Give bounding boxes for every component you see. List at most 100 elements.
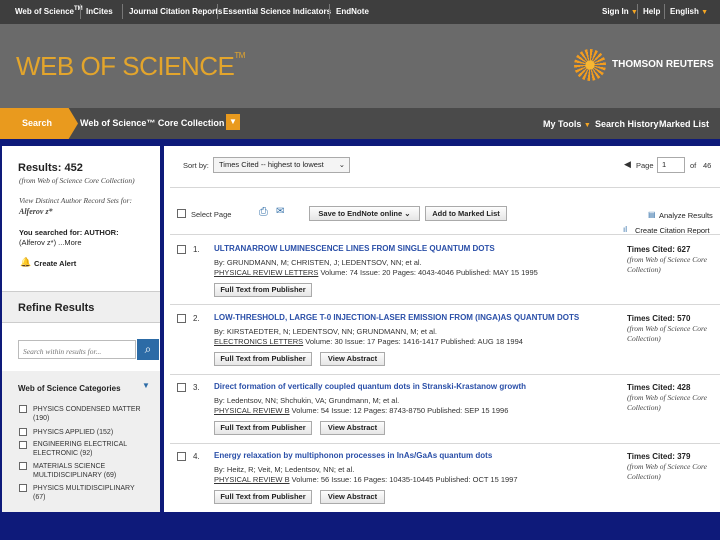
full-text-button[interactable]: Full Text from Publisher	[214, 421, 312, 435]
category-checkbox[interactable]	[19, 405, 27, 413]
record-details: Volume: 54 Issue: 12 Pages: 8743-8750 Pu…	[291, 406, 509, 415]
view-abstract-button[interactable]: View Abstract	[320, 490, 385, 504]
citation-report-icon: ıl	[623, 225, 627, 234]
collapse-triangle-icon[interactable]: ▼	[142, 381, 150, 390]
record-checkbox[interactable]	[177, 383, 186, 392]
full-text-button[interactable]: Full Text from Publisher	[214, 490, 312, 504]
record-source: ELECTRONICS LETTERS Volume: 30 Issue: 17…	[214, 337, 523, 346]
language-menu[interactable]: English ▼	[670, 7, 708, 16]
author-sets-link[interactable]: View Distinct Author Record Sets for:	[19, 196, 132, 205]
marked-list-link[interactable]: Marked List	[659, 119, 709, 129]
category-label: MATERIALS SCIENCE	[33, 463, 106, 470]
divider	[170, 234, 720, 235]
topbar-link-web-of-science[interactable]: Web of Science	[15, 7, 74, 16]
thomson-reuters-globe-icon	[574, 49, 606, 81]
searched-query[interactable]: (Alferov z*) ...More	[19, 238, 82, 247]
refine-results-title: Refine Results	[18, 302, 95, 314]
results-count: Results: 452	[18, 162, 83, 174]
category-checkbox[interactable]	[19, 484, 27, 492]
my-tools-label: My Tools	[543, 119, 582, 129]
category-checkbox[interactable]	[19, 428, 27, 436]
print-icon[interactable]: ⎙	[259, 206, 268, 219]
record-title[interactable]: LOW-THRESHOLD, LARGE T-0 INJECTION-LASER…	[214, 313, 579, 322]
divider	[637, 4, 638, 19]
record-details: Volume: 30 Issue: 17 Pages: 1416-1417 Pu…	[305, 337, 523, 346]
category-count: MULTIDISCIPLINARY (69)	[33, 472, 117, 479]
refine-search-input[interactable]	[19, 343, 133, 360]
page-label: Page	[636, 161, 654, 170]
refine-search-box	[18, 340, 136, 360]
category-label: ENGINEERING ELECTRICAL	[33, 441, 128, 448]
category-checkbox[interactable]	[19, 441, 27, 449]
search-tab[interactable]: Search	[0, 108, 78, 139]
record-journal[interactable]: PHYSICAL REVIEW LETTERS	[214, 268, 318, 277]
page-total: 46	[703, 161, 712, 170]
web-of-science-logo[interactable]: WEB OF SCIENCETM	[16, 51, 245, 82]
database-dropdown-icon[interactable]: ▼	[226, 114, 240, 130]
divider	[122, 4, 123, 19]
sign-in-link[interactable]: Sign In ▼	[602, 7, 638, 16]
record-journal[interactable]: PHYSICAL REVIEW B	[214, 475, 290, 484]
save-to-endnote-button[interactable]: Save to EndNote online ⌄	[309, 206, 420, 221]
refine-search-button[interactable]: ⌕	[137, 339, 159, 360]
category-count: (67)	[33, 494, 46, 501]
record-title[interactable]: ULTRANARROW LUMINESCENCE LINES FROM SING…	[214, 244, 495, 253]
select-page-checkbox[interactable]	[177, 209, 186, 218]
record-checkbox[interactable]	[177, 245, 186, 254]
email-icon[interactable]: ✉	[276, 206, 284, 217]
divider	[170, 304, 720, 305]
categories-heading: Web of Science Categories	[18, 384, 121, 393]
divider	[170, 374, 720, 375]
record-journal[interactable]: PHYSICAL REVIEW B	[214, 406, 290, 415]
record-checkbox[interactable]	[177, 452, 186, 461]
you-searched-label: You searched for: AUTHOR:	[19, 228, 119, 237]
category-checkbox[interactable]	[19, 462, 27, 470]
record-title[interactable]: Direct formation of vertically coupled q…	[214, 382, 526, 391]
category-label: PHYSICS APPLIED (152)	[33, 429, 114, 436]
record-details: Volume: 56 Issue: 16 Pages: 10435-10445 …	[291, 475, 518, 484]
analyze-results-link[interactable]: Analyze Results	[659, 211, 713, 220]
full-text-button[interactable]: Full Text from Publisher	[214, 352, 312, 366]
prev-page-icon[interactable]: ◀	[624, 159, 631, 170]
record-authors: By: GRUNDMANN, M; CHRISTEN, J; LEDENTSOV…	[214, 258, 422, 267]
search-history-link[interactable]: Search History	[595, 119, 659, 129]
database-selector-label[interactable]: Web of Science™ Core Collection	[80, 118, 224, 128]
view-abstract-button[interactable]: View Abstract	[320, 421, 385, 435]
record-source: PHYSICAL REVIEW B Volume: 54 Issue: 12 P…	[214, 406, 508, 415]
category-count: (190)	[33, 415, 50, 422]
add-to-marked-list-button[interactable]: Add to Marked List	[425, 206, 507, 221]
my-tools-menu[interactable]: My Tools ▼	[543, 119, 591, 129]
author-sets-name[interactable]: Alferov z*	[19, 207, 53, 216]
page-input[interactable]: 1	[657, 157, 685, 173]
record-number: 1.	[193, 245, 200, 254]
bell-icon: 🔔	[20, 257, 32, 267]
times-cited-source: (from Web of Science Core Collection)	[627, 462, 707, 481]
sort-select[interactable]: Times Cited -- highest to lowest ⌄	[213, 157, 350, 173]
times-cited-source: (from Web of Science Core Collection)	[627, 255, 707, 274]
topbar-link-incites[interactable]: InCites	[86, 7, 113, 16]
search-icon: ⌕	[144, 342, 152, 356]
help-link[interactable]: Help	[643, 7, 660, 16]
category-item: PHYSICS CONDENSED MATTER (190)	[33, 405, 141, 423]
create-alert-link[interactable]: Create Alert	[34, 259, 76, 268]
select-page-label: Select Page	[191, 210, 232, 219]
times-cited[interactable]: Times Cited: 428	[627, 383, 690, 392]
analyze-icon: ▤	[648, 210, 656, 219]
divider	[170, 443, 720, 444]
divider	[170, 187, 720, 188]
full-text-button[interactable]: Full Text from Publisher	[214, 283, 312, 297]
record-journal[interactable]: ELECTRONICS LETTERS	[214, 337, 303, 346]
times-cited[interactable]: Times Cited: 570	[627, 314, 690, 323]
record-source: PHYSICAL REVIEW LETTERS Volume: 74 Issue…	[214, 268, 538, 277]
times-cited[interactable]: Times Cited: 379	[627, 452, 690, 461]
topbar-link-jcr[interactable]: Journal Citation Reports	[129, 7, 222, 16]
record-checkbox[interactable]	[177, 314, 186, 323]
view-abstract-button[interactable]: View Abstract	[320, 352, 385, 366]
topbar-link-esi[interactable]: Essential Science Indicators	[223, 7, 331, 16]
record-title[interactable]: Energy relaxation by multiphonon process…	[214, 451, 492, 460]
topbar-link-endnote[interactable]: EndNote	[336, 7, 369, 16]
record-authors: By: Heitz, R; Veit, M; Ledentsov, NN; et…	[214, 465, 355, 474]
chevron-down-icon: ⌄	[338, 160, 345, 169]
times-cited[interactable]: Times Cited: 627	[627, 245, 690, 254]
bottom-band	[0, 512, 720, 540]
